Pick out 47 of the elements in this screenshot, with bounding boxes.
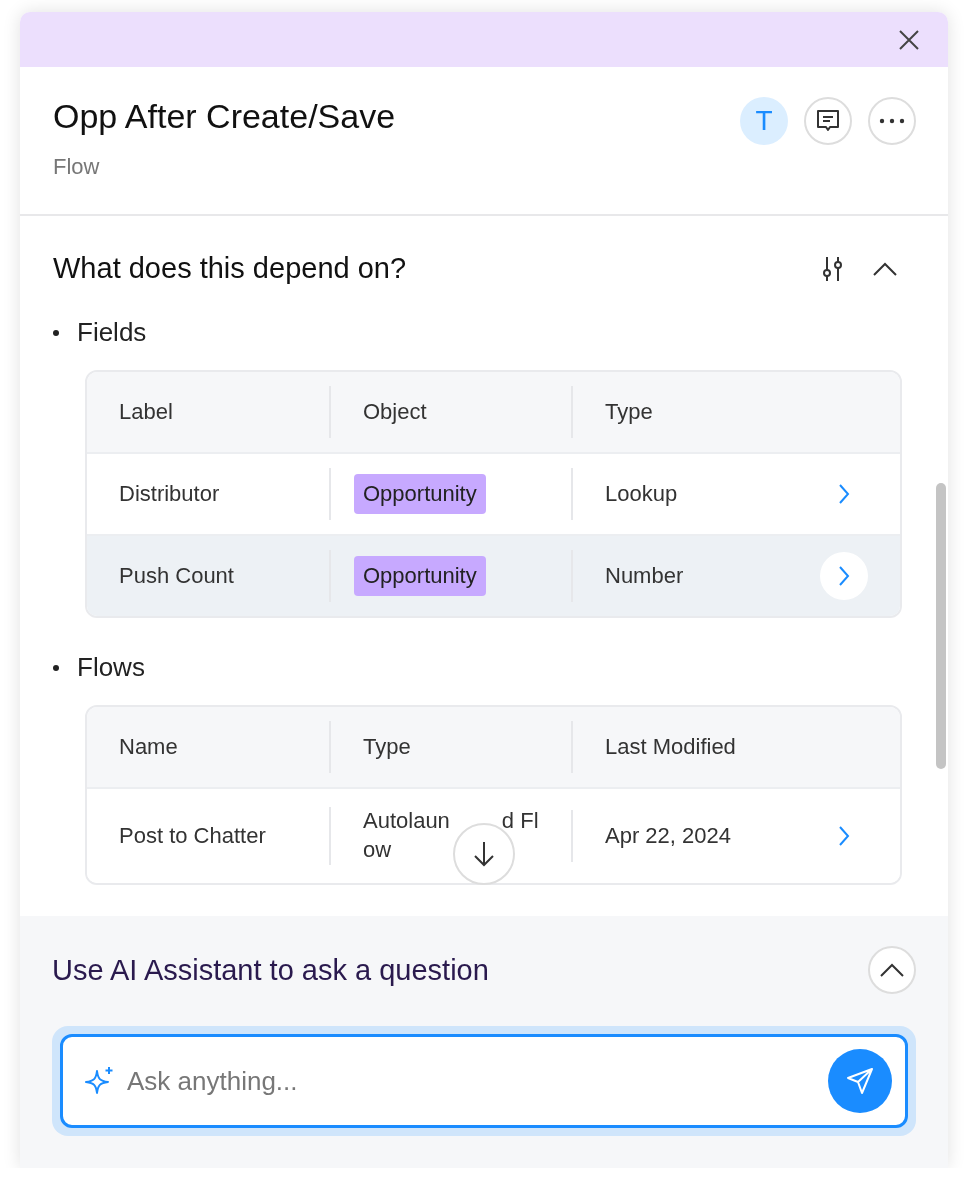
bullet-icon (53, 329, 59, 336)
collapse-button[interactable] (872, 260, 898, 277)
expand-button[interactable] (868, 946, 916, 994)
more-icon (879, 118, 905, 124)
group-title: Flows (77, 652, 145, 683)
section-title: What does this depend on? (53, 252, 407, 285)
column-header: Name (119, 732, 178, 761)
table-cell-text: ow (363, 836, 392, 864)
chevron-icon (838, 825, 850, 847)
table-cell-text: Number (605, 561, 684, 590)
sparkle-icon (84, 1065, 116, 1097)
filter-button[interactable] (822, 255, 844, 282)
more-button[interactable] (868, 97, 916, 145)
object-tag: Opportunity (354, 473, 486, 515)
sliders-icon (822, 255, 844, 282)
scrollbar-thumb[interactable] (936, 483, 946, 769)
assistant-title: Use AI Assistant to ask a question (52, 953, 489, 987)
column-header: Type (605, 397, 653, 426)
table-cell-text: Apr 22, 2024 (605, 821, 731, 850)
object-tag: Opportunity (354, 555, 486, 597)
table-row[interactable]: Push Count Opportunity Number (87, 534, 900, 616)
table-cell-text: Distributor (119, 479, 220, 508)
caret-icon (879, 962, 905, 978)
column-header: Last Modified (605, 732, 736, 761)
table-cell-text: Push Count (119, 561, 234, 590)
table-cell-text: Autolaun (363, 807, 450, 836)
column-header: Type (363, 732, 411, 761)
arrow-down-icon (472, 840, 496, 868)
bullet-icon (53, 664, 59, 671)
chevron-icon (838, 565, 850, 587)
close-button[interactable] (898, 28, 920, 51)
comment-button[interactable] (804, 97, 852, 145)
group-title: Fields (77, 317, 147, 348)
table-cell-text: Post to Chatter (119, 821, 266, 850)
comment-icon (815, 108, 841, 134)
column-header: Label (119, 397, 173, 426)
caret-icon (872, 260, 898, 277)
ask-field[interactable]: Ask anything... (60, 1034, 908, 1128)
table-cell-text: d Fl (501, 807, 539, 836)
chevron-icon (838, 483, 850, 505)
table-cell-text: Lookup (605, 479, 678, 508)
table-row[interactable]: Post to Chatter Autolaun d Fl ow Apr 22, 2024 (87, 787, 900, 883)
panel-subtitle: Flow (53, 154, 101, 180)
close-icon (898, 28, 920, 51)
column-header: Object (363, 397, 427, 426)
panel-title: Opp After Create/Save (53, 97, 396, 136)
send-icon (845, 1066, 875, 1096)
